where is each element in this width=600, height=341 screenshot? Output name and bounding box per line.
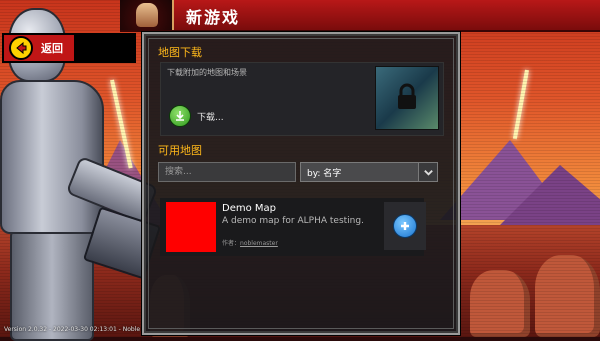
available-section-title: 可用地图 xyxy=(158,144,202,157)
page-title: 新游戏 xyxy=(186,8,241,27)
download-description: 下载附加的地图和场景 xyxy=(167,68,247,77)
sort-select[interactable]: by: 名字 xyxy=(300,162,438,182)
back-button-shadow xyxy=(74,35,134,61)
robot-leg xyxy=(10,230,94,341)
map-name: Demo Map xyxy=(222,203,276,214)
version-text: Version 2.0.32 - 2022-03-30 02:13:01 - N… xyxy=(4,326,141,333)
map-author-prefix: 作者： xyxy=(222,240,241,247)
title-bar: 新游戏 xyxy=(120,0,600,32)
download-section-title: 地图下载 xyxy=(158,46,202,59)
map-description: A demo map for ALPHA testing. xyxy=(222,216,364,226)
download-card: 下载附加的地图和场景 下载... xyxy=(160,62,444,136)
arrow-left-icon xyxy=(9,36,33,60)
title-emblem xyxy=(120,0,174,30)
robot-torso xyxy=(0,80,104,234)
lock-icon xyxy=(398,83,416,109)
map-author-name[interactable]: noblemaster xyxy=(240,240,278,247)
download-link[interactable]: 下载... xyxy=(197,110,224,123)
map-author: 作者：noblemaster xyxy=(222,238,278,247)
new-game-panel: 地图下载 下载附加的地图和场景 下载... 可用地图 by: 名字 Demo M… xyxy=(142,32,460,335)
map-list-item[interactable]: Demo Map A demo map for ALPHA testing. 作… xyxy=(160,198,426,256)
map-thumbnail xyxy=(166,202,216,252)
download-map-thumbnail xyxy=(375,66,439,130)
sort-label: by: 名字 xyxy=(307,168,342,179)
back-label: 返回 xyxy=(41,42,63,55)
download-arrow-icon[interactable] xyxy=(169,105,191,127)
back-button[interactable]: 返回 xyxy=(2,33,136,63)
add-map-button[interactable] xyxy=(384,202,426,250)
plus-icon xyxy=(393,214,417,238)
fighter-emblem-icon xyxy=(136,3,158,27)
search-input[interactable] xyxy=(158,162,296,182)
chevron-down-icon xyxy=(418,163,437,181)
